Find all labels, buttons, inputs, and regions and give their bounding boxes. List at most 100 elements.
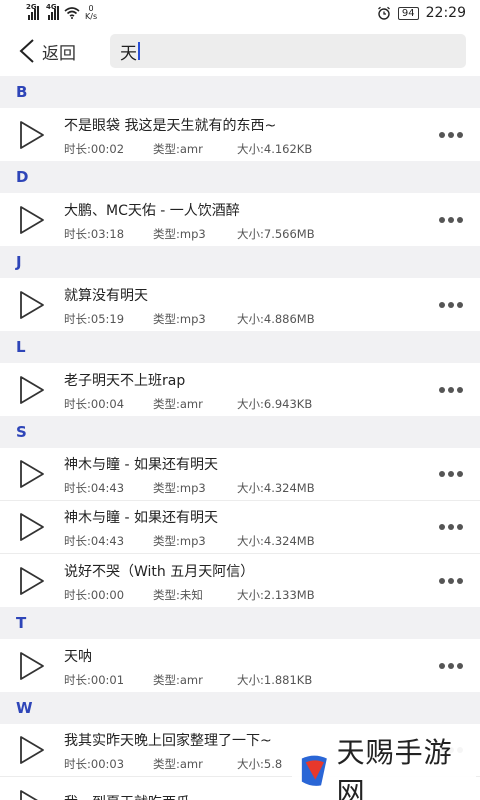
song-title: 说好不哭（With 五月天阿信） bbox=[64, 563, 255, 580]
song-size: 大小:4.324MB bbox=[237, 534, 315, 548]
more-options-button[interactable] bbox=[422, 301, 480, 308]
watermark: 天赐手游网 bbox=[292, 736, 476, 800]
play-button[interactable] bbox=[0, 512, 64, 542]
song-info: 神木与瞳 - 如果还有明天 时长:04:43 类型:mp3 大小:4.324MB bbox=[64, 452, 422, 496]
list-item[interactable]: 不是眼袋 我这是天生就有的东西~ 时长:00:02 类型:amr 大小:4.16… bbox=[0, 108, 480, 161]
play-icon bbox=[20, 566, 44, 595]
song-size: 大小:1.881KB bbox=[237, 672, 313, 687]
song-info: 就算没有明天 时长:05:19 类型:mp3 大小:4.886MB bbox=[64, 283, 422, 327]
song-info: 不是眼袋 我这是天生就有的东西~ 时长:00:02 类型:amr 大小:4.16… bbox=[64, 113, 422, 157]
song-duration: 时长:03:18 bbox=[64, 226, 125, 241]
play-icon bbox=[20, 120, 44, 149]
section-letter: T bbox=[16, 614, 27, 632]
play-button[interactable] bbox=[0, 375, 64, 405]
song-meta: 时长:05:19 类型:mp3 大小:4.886MB bbox=[64, 311, 422, 327]
more-dots-icon bbox=[439, 131, 463, 138]
section-letter: D bbox=[16, 168, 29, 186]
more-options-button[interactable] bbox=[422, 524, 480, 530]
text-caret bbox=[138, 42, 140, 60]
more-dots-icon bbox=[439, 216, 463, 223]
section-header: D bbox=[0, 161, 480, 193]
song-meta: 时长:04:43 类型:mp3 大小:4.324MB bbox=[64, 480, 422, 496]
watermark-text: 天赐手游网 bbox=[336, 736, 453, 800]
song-size: 大小:4.324MB bbox=[237, 481, 315, 495]
signal-icon: 2G bbox=[26, 3, 39, 20]
play-button[interactable] bbox=[0, 205, 64, 235]
song-type: 类型:amr bbox=[153, 672, 203, 687]
more-options-button[interactable] bbox=[422, 386, 480, 393]
list-item[interactable]: 神木与瞳 - 如果还有明天 时长:04:43 类型:mp3 大小:4.324MB bbox=[0, 501, 480, 554]
song-info: 神木与瞳 - 如果还有明天 时长:04:43 类型:mp3 大小:4.324MB bbox=[64, 505, 422, 549]
network-speed: 0 K/s bbox=[85, 5, 97, 21]
more-options-button[interactable] bbox=[422, 131, 480, 138]
search-input[interactable]: 天 bbox=[110, 34, 466, 68]
play-button[interactable] bbox=[0, 459, 64, 489]
play-button[interactable] bbox=[0, 290, 64, 320]
song-duration: 时长:05:19 bbox=[64, 311, 125, 326]
play-button[interactable] bbox=[0, 789, 64, 800]
song-list[interactable]: B 不是眼袋 我这是天生就有的东西~ 时长:00:02 类型:amr 大小:4.… bbox=[0, 76, 480, 800]
play-icon bbox=[20, 375, 44, 404]
battery-indicator: 94 bbox=[397, 6, 419, 20]
song-type: 类型:mp3 bbox=[153, 481, 206, 495]
play-button[interactable] bbox=[0, 120, 64, 150]
song-duration: 时长:00:01 bbox=[64, 672, 125, 687]
song-title: 天呐 bbox=[64, 648, 92, 665]
song-title: 就算没有明天 bbox=[64, 287, 148, 304]
list-item[interactable]: 说好不哭（With 五月天阿信） 时长:00:00 类型:未知 大小:2.133… bbox=[0, 554, 480, 607]
section-letter: J bbox=[16, 253, 22, 271]
more-dots-icon bbox=[439, 386, 463, 393]
play-icon bbox=[20, 460, 44, 488]
song-title: 老子明天不上班rap bbox=[64, 372, 186, 389]
song-info: 老子明天不上班rap 时长:00:04 类型:amr 大小:6.943KB bbox=[64, 368, 422, 412]
list-item[interactable]: 天呐 时长:00:01 类型:amr 大小:1.881KB bbox=[0, 639, 480, 692]
song-title: 不是眼袋 我这是天生就有的东西~ bbox=[64, 117, 277, 134]
play-button[interactable] bbox=[0, 735, 64, 765]
song-duration: 时长:04:43 bbox=[64, 481, 125, 495]
signal-icon: 4G bbox=[46, 3, 59, 20]
song-meta: 时长:00:04 类型:amr 大小:6.943KB bbox=[64, 396, 422, 412]
play-button[interactable] bbox=[0, 651, 64, 681]
song-meta: 时长:03:18 类型:mp3 大小:7.566MB bbox=[64, 226, 422, 242]
song-size: 大小:5.8 bbox=[237, 757, 283, 771]
song-meta: 时长:04:43 类型:mp3 大小:4.324MB bbox=[64, 533, 422, 549]
section-letter: S bbox=[16, 423, 27, 441]
more-options-button[interactable] bbox=[422, 216, 480, 223]
song-size: 大小:2.133MB bbox=[237, 587, 315, 602]
clock: 22:29 bbox=[425, 5, 466, 21]
song-duration: 时长:00:03 bbox=[64, 757, 125, 771]
more-options-button[interactable] bbox=[422, 662, 480, 669]
section-header: J bbox=[0, 246, 480, 278]
watermark-logo-icon bbox=[301, 755, 327, 786]
search-value: 天 bbox=[120, 43, 137, 64]
more-options-button[interactable] bbox=[422, 471, 480, 477]
list-item[interactable]: 神木与瞳 - 如果还有明天 时长:04:43 类型:mp3 大小:4.324MB bbox=[0, 448, 480, 501]
list-item[interactable]: 就算没有明天 时长:05:19 类型:mp3 大小:4.886MB bbox=[0, 278, 480, 331]
song-size: 大小:6.943KB bbox=[237, 396, 313, 411]
alarm-icon bbox=[377, 6, 390, 20]
song-type: 类型:amr bbox=[153, 141, 203, 156]
song-duration: 时长:00:04 bbox=[64, 396, 125, 411]
song-type: 类型:未知 bbox=[153, 587, 203, 602]
more-options-button[interactable] bbox=[422, 577, 480, 584]
song-size: 大小:4.162KB bbox=[237, 141, 313, 156]
song-meta: 时长:00:01 类型:amr 大小:1.881KB bbox=[64, 672, 422, 688]
header: 返回 天 bbox=[0, 26, 480, 76]
song-type: 类型:mp3 bbox=[153, 534, 206, 548]
song-duration: 时长:00:00 bbox=[64, 587, 125, 602]
back-button[interactable]: 返回 bbox=[18, 38, 110, 64]
list-item[interactable]: 老子明天不上班rap 时长:00:04 类型:amr 大小:6.943KB bbox=[0, 363, 480, 416]
more-dots-icon bbox=[439, 471, 463, 477]
section-letter: L bbox=[16, 338, 26, 356]
song-type: 类型:amr bbox=[153, 396, 203, 411]
play-icon bbox=[20, 205, 44, 234]
song-info: 天呐 时长:00:01 类型:amr 大小:1.881KB bbox=[64, 644, 422, 688]
section-letter: B bbox=[16, 83, 28, 101]
play-button[interactable] bbox=[0, 566, 64, 596]
list-item[interactable]: 大鹏、MC天佑 - 一人饮酒醉 时长:03:18 类型:mp3 大小:7.566… bbox=[0, 193, 480, 246]
song-title: 神木与瞳 - 如果还有明天 bbox=[64, 457, 218, 473]
song-duration: 时长:04:43 bbox=[64, 534, 125, 548]
network-type-2: 4G bbox=[46, 3, 57, 11]
play-icon bbox=[20, 789, 39, 800]
network-type-1: 2G bbox=[26, 3, 37, 11]
